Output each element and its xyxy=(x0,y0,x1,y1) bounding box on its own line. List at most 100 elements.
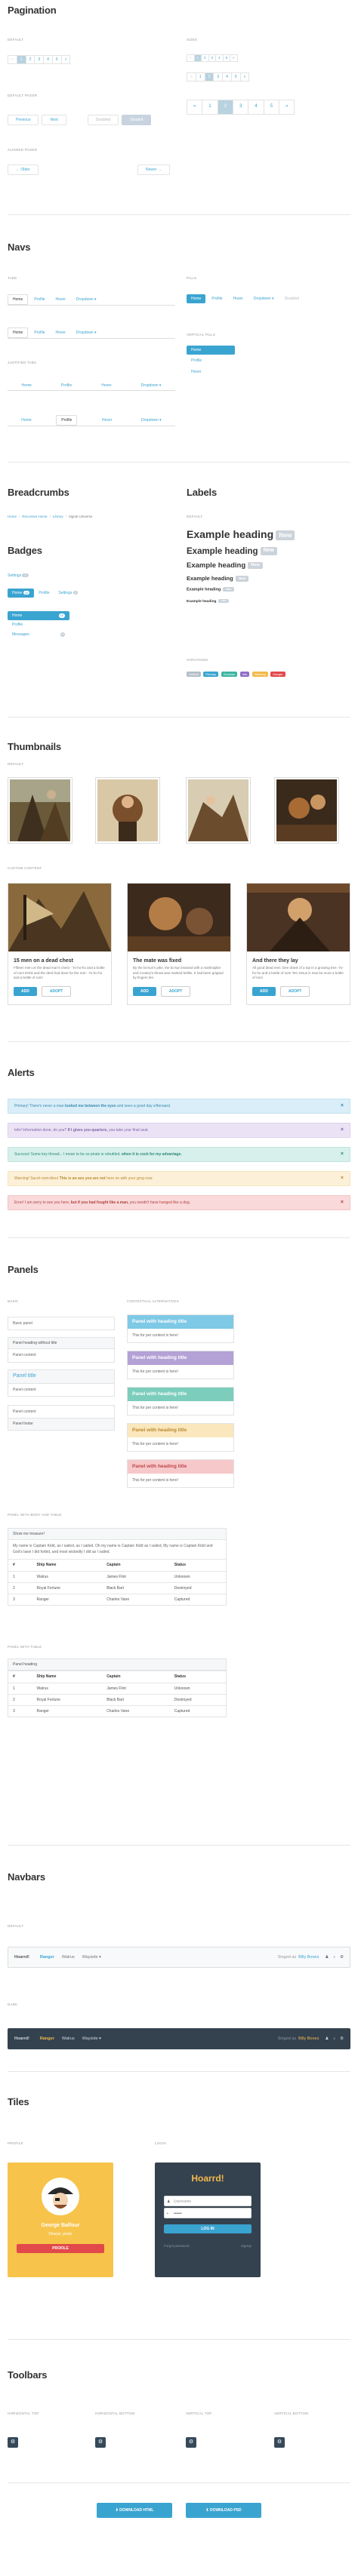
close-icon[interactable]: × xyxy=(341,1103,344,1110)
tab-home[interactable]: Home xyxy=(8,327,29,339)
stacked-home[interactable]: Home 42 xyxy=(8,611,69,621)
pill-home[interactable]: Home xyxy=(187,294,206,304)
card-add-button[interactable]: Add xyxy=(133,987,156,997)
tab-dropdown[interactable]: Dropdown ▾ xyxy=(137,416,166,425)
pagination-default-label: Default xyxy=(8,38,24,41)
navbar-item-ranger[interactable]: Ranger xyxy=(40,1955,54,1960)
stacked-profile[interactable]: Profile xyxy=(8,620,69,629)
tab-profile[interactable]: Profile xyxy=(57,381,76,390)
card-adopt-button[interactable]: Adopt xyxy=(41,986,72,998)
labels-title: Labels xyxy=(187,487,217,498)
page-next[interactable]: » xyxy=(239,72,250,82)
card-adopt-button[interactable]: Adopt xyxy=(279,986,310,998)
crumb-recursive[interactable]: Recursive Home xyxy=(22,515,47,519)
crumb-home[interactable]: Home xyxy=(8,515,17,519)
login-button[interactable]: Log in xyxy=(164,2224,252,2234)
password-field[interactable]: ▪ •••••• xyxy=(164,2208,252,2218)
table-cell: Captured xyxy=(169,1594,226,1606)
vpill-home[interactable]: Home xyxy=(187,346,235,355)
page-2[interactable]: 2 xyxy=(217,100,234,115)
thumbnail-3[interactable] xyxy=(186,777,251,844)
navbar-brand[interactable]: Hoarrd! xyxy=(14,1955,29,1960)
tab-profile[interactable]: Profile xyxy=(29,328,49,337)
pager-older[interactable]: ← Older xyxy=(8,164,39,176)
navbar-item-walrus[interactable]: Walrus xyxy=(62,1955,75,1960)
page-3[interactable]: 3 xyxy=(233,100,249,115)
download-psd-button[interactable]: ⬇ Download PSD xyxy=(186,2503,261,2518)
forgot-password-link[interactable]: Forgot password xyxy=(164,2244,190,2249)
card-adopt-button[interactable]: Adopt xyxy=(160,986,191,998)
close-icon[interactable]: × xyxy=(341,1200,344,1207)
download-html-button[interactable]: ⬇ Download HTML xyxy=(97,2503,172,2518)
toolbar-gear-icon[interactable]: ⚙ xyxy=(274,2437,285,2448)
navbar-item-wayside[interactable]: Wayside ▾ xyxy=(82,2037,101,2042)
page-next[interactable]: » xyxy=(230,54,238,62)
pager-newer[interactable]: Newer → xyxy=(137,164,170,176)
card-add-button[interactable]: Add xyxy=(14,987,37,997)
bell-icon[interactable]: ♪ xyxy=(333,1955,335,1960)
vpill-hover[interactable]: Hover xyxy=(187,367,235,377)
pager-next[interactable]: Next xyxy=(42,115,66,126)
page-5[interactable]: 5 xyxy=(263,100,280,115)
pill-profile[interactable]: Profile xyxy=(207,294,227,303)
tab-home[interactable]: Home xyxy=(17,381,36,390)
crumb-library[interactable]: Library xyxy=(53,515,63,519)
navbar-brand[interactable]: Hoarrd! xyxy=(14,2037,29,2042)
navbar-item-walrus[interactable]: Walrus xyxy=(62,2037,75,2042)
tab-hover[interactable]: Hover xyxy=(97,416,116,425)
username-field[interactable]: ♟ Username xyxy=(164,2196,252,2206)
user-icon[interactable]: ♟ xyxy=(325,1955,329,1960)
toolbar-gear-icon[interactable]: ⚙ xyxy=(8,2437,18,2448)
close-icon[interactable]: × xyxy=(341,1176,344,1182)
badge-pill-home[interactable]: Home 42 xyxy=(8,589,35,598)
tab-dropdown[interactable]: Dropdown ▾ xyxy=(72,295,101,304)
card-add-button[interactable]: Add xyxy=(252,987,276,997)
signup-link[interactable]: Signup xyxy=(241,2244,252,2249)
pager-shaded[interactable]: Shaded xyxy=(122,115,152,126)
badge-pill-settings[interactable]: Settings 3 xyxy=(54,589,82,598)
alert-text: you needn't have hanged like a dog. xyxy=(128,1200,190,1205)
tab-hover[interactable]: Hover xyxy=(97,381,116,390)
navbar-user-link[interactable]: Billy Bones xyxy=(298,2037,319,2042)
vpill-profile[interactable]: Profile xyxy=(187,356,235,365)
tab-home[interactable]: Home xyxy=(17,416,35,425)
badge-pill-profile[interactable]: Profile xyxy=(34,589,54,598)
page-1[interactable]: 1 xyxy=(202,100,218,115)
thumbnail-1[interactable] xyxy=(8,777,73,844)
page-4[interactable]: 4 xyxy=(248,100,264,115)
bell-icon[interactable]: ♪ xyxy=(333,2037,335,2042)
navbar-item-wayside[interactable]: Wayside ▾ xyxy=(82,1955,101,1960)
profile-button[interactable]: Profile xyxy=(17,2244,104,2254)
pill-disabled[interactable]: Disabled xyxy=(280,294,304,303)
tab-profile[interactable]: Profile xyxy=(29,295,49,304)
navbar-user-link[interactable]: Billy Bones xyxy=(298,1955,319,1960)
tab-home[interactable]: Home xyxy=(8,294,29,306)
toolbar-gear-icon[interactable]: ⚙ xyxy=(186,2437,196,2448)
table-cell: Destroyed xyxy=(169,1582,226,1594)
pill-hover[interactable]: Hover xyxy=(229,294,248,303)
navbar-item-ranger[interactable]: Ranger xyxy=(40,2037,54,2042)
gear-icon[interactable]: ⚙ xyxy=(340,1955,344,1960)
stacked-messages[interactable]: Messages 3 xyxy=(8,630,69,639)
heading-text: Example heading xyxy=(187,599,217,604)
tab-hover[interactable]: Hover xyxy=(51,295,70,304)
tab-dropdown[interactable]: Dropdown ▾ xyxy=(72,328,101,337)
page-next[interactable]: » xyxy=(279,100,295,115)
page-prev[interactable]: « xyxy=(187,100,203,115)
page-next[interactable]: » xyxy=(60,55,71,65)
toolbar-gear-icon[interactable]: ⚙ xyxy=(95,2437,106,2448)
close-icon[interactable]: × xyxy=(341,1151,344,1158)
thumbnail-4[interactable] xyxy=(274,777,339,844)
user-icon[interactable]: ♟ xyxy=(325,2037,329,2042)
gear-icon[interactable]: ⚙ xyxy=(340,2037,344,2042)
pager-previous[interactable]: Previous xyxy=(8,115,39,126)
tab-profile[interactable]: Profile xyxy=(56,415,78,426)
tab-hover[interactable]: Hover xyxy=(51,328,70,337)
close-icon[interactable]: × xyxy=(341,1127,344,1134)
thumbnail-2[interactable] xyxy=(95,777,160,844)
pager-disabled[interactable]: Disabled xyxy=(87,115,119,126)
tab-dropdown[interactable]: Dropdown ▾ xyxy=(137,381,166,390)
alert-text: Success! Some key thread... I mean to be… xyxy=(14,1152,122,1157)
inline-badge[interactable]: Settings 4 xyxy=(8,573,29,578)
pill-dropdown[interactable]: Dropdown ▾ xyxy=(249,294,279,303)
